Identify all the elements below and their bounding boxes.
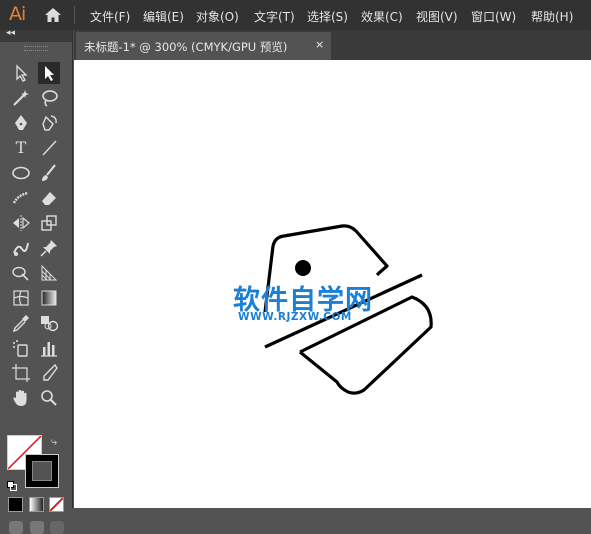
symbol-sprayer-tool-icon[interactable] [10,337,32,359]
pin-icon[interactable] [38,237,60,259]
slice-tool-icon[interactable] [38,362,60,384]
mesh-tool-icon[interactable] [10,287,32,309]
home-icon[interactable] [44,7,62,23]
gradient-tool-icon[interactable] [38,287,60,309]
stroke-swatch[interactable] [25,454,59,488]
collapse-icon[interactable]: ◂◂ [6,28,15,38]
blend-tool-icon[interactable] [38,312,60,334]
menu-file[interactable]: 文件(F) [90,8,130,25]
puppet-warp-tool-icon[interactable] [10,237,32,259]
app-logo: Ai [9,3,26,25]
watermark-url: WWW.RJZXW.COM [238,311,352,323]
pen-tool-icon[interactable] [10,112,32,134]
document-tab-bar: 未标题-1* @ 300% (CMYK/GPU 预览) × [74,30,591,60]
shaper-tool-icon[interactable] [10,187,32,209]
magic-wand-tool-icon[interactable] [10,87,32,109]
artboard-tool-icon[interactable] [10,362,32,384]
scale-tool-icon[interactable] [38,212,60,234]
document-tab[interactable]: 未标题-1* @ 300% (CMYK/GPU 预览) × [76,32,331,60]
paintbrush-tool-icon[interactable] [38,162,60,184]
tools-panel: ◂◂ T ⤷ [0,28,73,534]
menu-view[interactable]: 视图(V) [416,8,458,25]
line-segment-tool-icon[interactable] [38,137,60,159]
tools-panel-header: ◂◂ [0,28,72,42]
default-fill-stroke-icon[interactable] [7,476,17,491]
zoom-tool-icon[interactable] [38,387,60,409]
menu-type[interactable]: 文字(T) [254,8,295,25]
eyedropper-tool-icon[interactable] [10,312,32,334]
menu-window[interactable]: 窗口(W) [471,8,516,25]
eraser-tool-icon[interactable] [38,187,60,209]
lasso-tool-icon[interactable] [38,87,60,109]
menu-separator [74,6,75,24]
draw-behind-icon[interactable] [30,521,44,534]
document-tab-title: 未标题-1* @ 300% (CMYK/GPU 预览) [84,40,288,54]
shape-builder-tool-icon[interactable] [10,262,32,284]
none-mode-icon[interactable] [49,497,64,512]
draw-inside-icon[interactable] [50,521,64,534]
close-icon[interactable]: × [315,38,324,51]
artboard-canvas[interactable]: 软件自学网 WWW.RJZXW.COM [74,60,591,508]
tag-hole [295,260,311,276]
menu-edit[interactable]: 编辑(E) [143,8,184,25]
menu-bar: Ai 文件(F) 编辑(E) 对象(O) 文字(T) 选择(S) 效果(C) 视… [0,0,591,30]
selection-tool-icon[interactable] [10,62,32,84]
menu-effect[interactable]: 效果(C) [361,8,403,25]
curvature-tool-icon[interactable] [38,112,60,134]
swap-fill-stroke-icon[interactable]: ⤷ [51,435,57,449]
reflect-tool-icon[interactable] [10,212,32,234]
color-mode-icon[interactable] [8,497,23,512]
draw-normal-icon[interactable] [9,521,23,534]
gradient-mode-icon[interactable] [29,497,44,512]
ellipse-tool-icon[interactable] [10,162,32,184]
column-graph-tool-icon[interactable] [38,337,60,359]
menu-select[interactable]: 选择(S) [307,8,348,25]
direct-selection-tool-icon[interactable] [38,62,60,84]
type-tool-icon[interactable]: T [10,137,32,159]
hand-tool-icon[interactable] [10,387,32,409]
grip-handle[interactable] [24,46,48,51]
perspective-grid-tool-icon[interactable] [38,262,60,284]
menu-help[interactable]: 帮助(H) [531,8,573,25]
menu-object[interactable]: 对象(O) [196,8,239,25]
